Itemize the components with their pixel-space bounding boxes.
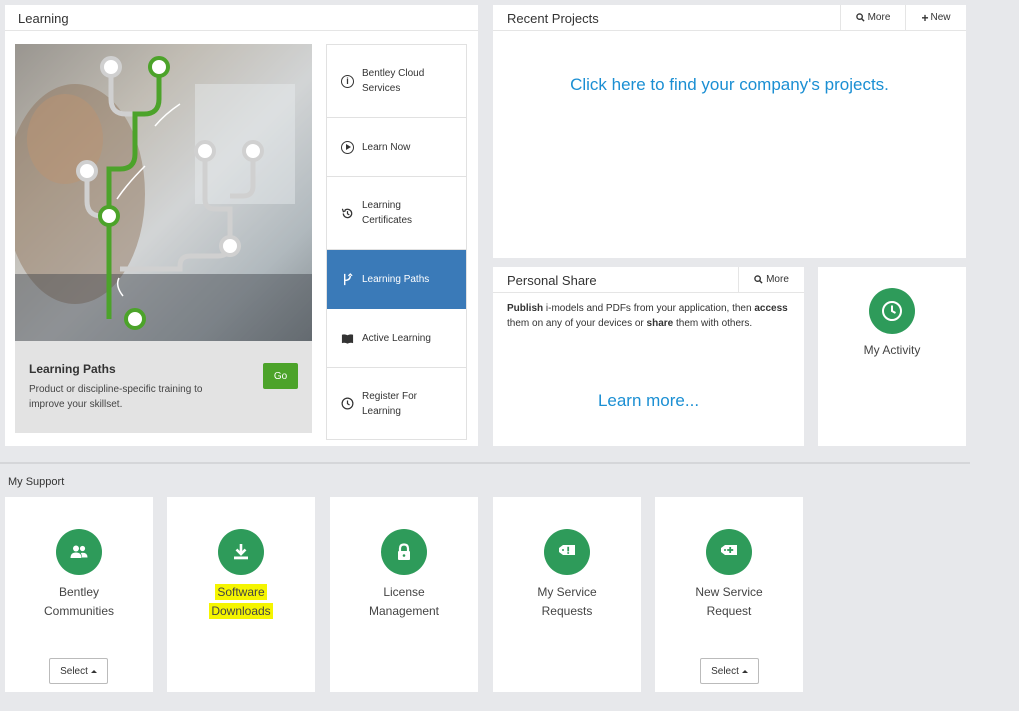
history-icon xyxy=(341,208,353,218)
card-label-line1: My Service xyxy=(537,585,597,599)
support-card-license-management[interactable]: License Management xyxy=(330,497,478,692)
menu-item-learning-paths[interactable]: Learning Paths xyxy=(327,250,466,309)
menu-item-label: Learn Now xyxy=(362,141,411,153)
card-label-line1: License xyxy=(383,585,425,599)
my-support-title: My Support xyxy=(8,476,65,488)
ticket-alert-icon xyxy=(559,545,575,555)
desc-text: them with others. xyxy=(673,318,753,329)
publish-word: Publish xyxy=(507,303,544,314)
recent-projects-more-button[interactable]: More xyxy=(840,5,905,30)
learn-more-link[interactable]: Learn more... xyxy=(493,391,804,411)
learning-panel: Learning Learning Paths Product or disci… xyxy=(5,5,478,446)
share-word: share xyxy=(646,318,674,329)
more-label: More xyxy=(766,274,789,285)
caret-up-icon xyxy=(90,669,97,673)
menu-item-label: Register For Learning xyxy=(362,390,418,417)
menu-item-active-learning[interactable]: Active Learning xyxy=(327,309,466,368)
recent-projects-new-button[interactable]: + New xyxy=(905,5,966,30)
menu-item-label: Bentley Cloud Services xyxy=(362,68,425,94)
activity-clock-circle xyxy=(869,288,915,334)
highlighted-text: Downloads xyxy=(209,603,273,619)
support-card-new-service-request[interactable]: New Service Request Select xyxy=(655,497,803,692)
select-label: Select xyxy=(711,665,739,677)
recent-projects-panel: Recent Projects More + New Click here to… xyxy=(493,5,966,258)
section-divider xyxy=(0,462,970,464)
divider xyxy=(493,30,966,31)
lock-icon xyxy=(398,543,410,560)
menu-item-learning-certificates[interactable]: Learning Certificates xyxy=(327,177,466,250)
card-label-line1: Software xyxy=(167,583,315,601)
personal-share-title: Personal Share xyxy=(507,273,597,288)
menu-item-label: Learning Certificates xyxy=(362,200,413,226)
menu-item-label: Learning Paths xyxy=(362,274,430,285)
go-button[interactable]: Go xyxy=(263,363,298,389)
personal-share-description: Publish i-models and PDFs from your appl… xyxy=(507,301,792,331)
branch-icon xyxy=(344,273,353,286)
recent-projects-title: Recent Projects xyxy=(507,11,599,26)
card-label-line2: Downloads xyxy=(167,602,315,620)
learning-menu: i Bentley Cloud Services Learn Now Learn… xyxy=(326,44,467,440)
personal-share-more-button[interactable]: More xyxy=(738,267,804,292)
new-request-circle xyxy=(706,529,752,575)
card-label-line2: Request xyxy=(706,604,752,618)
hero-description: Product or discipline-specific training … xyxy=(29,384,203,410)
search-icon xyxy=(754,275,763,284)
service-requests-circle xyxy=(544,529,590,575)
card-label-line1: New Service xyxy=(695,585,763,599)
search-icon xyxy=(855,13,865,22)
desc-text: them on any of your devices or xyxy=(507,318,647,329)
clock-icon xyxy=(882,301,902,321)
card-label-line2: Management xyxy=(368,604,440,618)
new-label: New xyxy=(930,12,951,23)
menu-item-label: Active Learning xyxy=(362,332,431,344)
play-icon xyxy=(341,140,354,154)
access-word: access xyxy=(754,303,788,314)
personal-share-panel: Personal Share More Publish i-models and… xyxy=(493,267,804,446)
highlighted-text: Software xyxy=(215,584,267,600)
license-circle xyxy=(381,529,427,575)
menu-item-bentley-cloud-services[interactable]: i Bentley Cloud Services xyxy=(327,45,466,118)
more-label: More xyxy=(867,12,891,23)
hero-heading: Learning Paths xyxy=(29,362,116,376)
book-icon xyxy=(341,333,354,344)
info-icon: i xyxy=(341,74,354,88)
downloads-circle xyxy=(218,529,264,575)
find-company-projects-link[interactable]: Click here to find your company's projec… xyxy=(493,75,966,95)
card-label-line2: Communities xyxy=(43,604,115,618)
card-label-line2: Requests xyxy=(541,604,593,618)
learning-title: Learning xyxy=(18,11,69,26)
learning-paths-hero-image xyxy=(15,44,312,341)
caret-up-icon xyxy=(741,669,748,673)
learning-path-illustration xyxy=(15,44,312,341)
divider xyxy=(5,30,478,31)
my-activity-tile[interactable]: My Activity xyxy=(818,267,966,446)
my-activity-label: My Activity xyxy=(863,343,921,357)
learning-paths-caption: Learning Paths Product or discipline-spe… xyxy=(15,341,312,433)
select-label: Select xyxy=(60,665,88,677)
menu-item-register-for-learning[interactable]: Register For Learning xyxy=(327,368,466,439)
clock-icon xyxy=(341,397,354,410)
card-label-line1: Bentley xyxy=(58,585,100,599)
ticket-add-icon xyxy=(721,545,737,555)
support-card-my-service-requests[interactable]: My Service Requests xyxy=(493,497,641,692)
select-dropdown-button[interactable]: Select xyxy=(49,658,108,684)
users-icon xyxy=(70,545,88,558)
plus-icon: + xyxy=(921,10,929,25)
support-card-bentley-communities[interactable]: Bentley Communities Select xyxy=(5,497,153,692)
select-dropdown-button[interactable]: Select xyxy=(700,658,759,684)
desc-text: i-models and PDFs from your application,… xyxy=(543,303,755,314)
download-icon xyxy=(234,544,248,560)
divider xyxy=(493,292,804,293)
menu-item-learn-now[interactable]: Learn Now xyxy=(327,118,466,177)
communities-circle xyxy=(56,529,102,575)
support-card-software-downloads[interactable]: Software Downloads xyxy=(167,497,315,692)
